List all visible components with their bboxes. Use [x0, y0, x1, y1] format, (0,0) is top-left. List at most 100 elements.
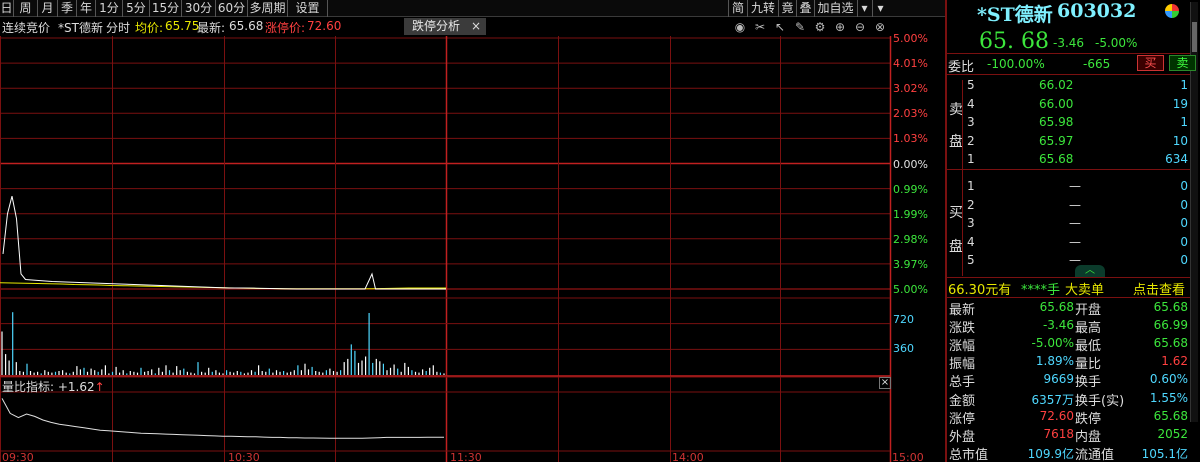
big-order-label: 大卖单 [1065, 283, 1105, 298]
level-volume: 634 [1165, 152, 1188, 167]
level: 3 [967, 115, 975, 130]
draw-icon[interactable]: ✎ [792, 20, 808, 34]
period-tab-11[interactable]: 设置 [288, 0, 328, 17]
stat-row: 涨停 72.60 跌停 65.68 [947, 407, 1200, 427]
period-tab-4[interactable]: 年 [77, 0, 96, 17]
buy-side-label-1: 买 [949, 205, 963, 221]
pct-axis-label: 5.00% [893, 283, 928, 296]
close-icon[interactable]: × [471, 18, 481, 35]
level: 4 [967, 234, 975, 249]
toolbar-right-0[interactable]: 简 [728, 0, 747, 17]
color-wheel-icon[interactable] [1165, 4, 1179, 18]
period-tab-7[interactable]: 15分 [150, 0, 182, 17]
scissors-icon[interactable]: ✂ [752, 20, 768, 34]
buy-side-label-2: 盘 [949, 239, 963, 255]
order-book-row: 3 65.98 1 [947, 113, 1200, 131]
quote-panel: *ST德新 603032 65. 68 -3.46 -5.00% 委比 -100… [945, 0, 1200, 462]
stock-name: *ST德新 [977, 4, 1053, 26]
pct-axis-label: 2.03% [893, 107, 928, 121]
level: 1 [967, 179, 975, 193]
stat-row: 外盘 7618 内盘 2052 [947, 425, 1200, 445]
stat-value: 65.68 [1153, 408, 1188, 423]
stat-value: 1.62 [1161, 354, 1188, 369]
big-order-link[interactable]: 点击查看 [1133, 279, 1185, 298]
limit-down-analysis-tab[interactable]: 跌停分析 × [404, 18, 486, 35]
buy-button[interactable]: 买 [1137, 55, 1164, 71]
price-change-pct: -5.00% [1095, 36, 1138, 50]
big-order-price: 66.30元有 [948, 283, 1012, 298]
period-tab-9[interactable]: 60分 [216, 0, 248, 17]
avg-price-value: 65.75 [165, 19, 200, 33]
divider [947, 277, 1190, 278]
zoom-out-icon[interactable]: ⊖ [852, 20, 868, 34]
stock-code: 603032 [1057, 0, 1137, 22]
expand-icon[interactable]: ▾ [872, 0, 888, 17]
period-tab-10[interactable]: 多周期 [248, 0, 288, 17]
level-volume: 0 [1180, 197, 1188, 212]
period-tab-3[interactable]: 季 [58, 0, 77, 17]
collapse-up-icon[interactable]: ︿ [1075, 265, 1105, 277]
volume-ratio-line [1, 398, 444, 439]
stat-value: 0.60% [1149, 372, 1188, 387]
period-tab-1[interactable]: 周 [14, 0, 38, 17]
level-price: 66.02 [1039, 78, 1074, 92]
stat-value: 65.68 [1153, 300, 1188, 314]
level-volume: 19 [1172, 96, 1188, 111]
latest-price-label: 最新: [197, 21, 226, 35]
level-price: 65.68 [1039, 152, 1074, 167]
level-price: — [1069, 197, 1081, 212]
trading-mode: 连续竞价 [2, 21, 51, 35]
stat-value: 7618 [1043, 426, 1074, 441]
level-price: — [1069, 216, 1081, 231]
divider [947, 53, 1190, 54]
close-icon[interactable]: ⊗ [872, 20, 888, 34]
order-book-row: 4 — 0 [947, 233, 1200, 251]
dropdown-icon[interactable]: ▾ [857, 0, 871, 17]
indicator-text: 量比指标: +1.62 [2, 380, 95, 394]
level-volume: 0 [1180, 216, 1188, 231]
zoom-in-icon[interactable]: ⊕ [832, 20, 848, 34]
toolbar-right-3[interactable]: 叠 [796, 0, 814, 17]
time-axis-label: 14:00 [672, 451, 704, 462]
stat-value: 9669 [1043, 372, 1074, 387]
toolbar-right-1[interactable]: 九转 [747, 0, 778, 17]
stat-row: 最新 65.68 开盘 65.68 [947, 298, 1200, 318]
pct-axis-label: 1.03% [893, 132, 928, 146]
cursor-icon[interactable]: ↖ [772, 20, 788, 34]
stat-value: 66.99 [1153, 318, 1188, 333]
stat-value: 6357万 [1031, 392, 1074, 407]
period-tab-2[interactable]: 月 [38, 0, 58, 17]
stat-value: 105.1亿 [1141, 446, 1188, 461]
period-tab-0[interactable]: 日 [0, 0, 14, 17]
latest-price-value: 65.68 [229, 19, 264, 33]
divider [947, 169, 1190, 170]
bid-ask-diff: -665 [1083, 57, 1111, 71]
eye-icon[interactable]: ◉ [732, 20, 748, 34]
stat-value: 72.60 [1039, 408, 1074, 423]
toolbar-right-2[interactable]: 竟 [778, 0, 796, 17]
pct-axis-label: 2.98% [893, 232, 928, 246]
level: 1 [967, 152, 975, 167]
time-axis-label: 10:30 [228, 451, 260, 462]
level: 4 [967, 96, 975, 111]
pct-axis-label: 5.00% [893, 32, 928, 45]
indicator-close-button[interactable]: × [879, 377, 891, 389]
level-price: 66.00 [1039, 96, 1074, 111]
period-tab-5[interactable]: 1分 [96, 0, 123, 17]
settings-icon[interactable]: ⚙ [812, 20, 828, 34]
sell-button[interactable]: 卖 [1169, 55, 1196, 71]
stat-value: 65.68 [1039, 300, 1074, 314]
pct-axis-label: 0.99% [893, 182, 928, 196]
stat-value: 65.68 [1153, 336, 1188, 351]
period-tab-8[interactable]: 30分 [182, 0, 216, 17]
level-price: 65.97 [1039, 133, 1074, 148]
stat-value: 1.89% [1035, 354, 1074, 369]
level: 2 [967, 197, 975, 212]
stat-value: -3.46 [1042, 318, 1074, 333]
stat-value: 1.55% [1149, 390, 1188, 405]
period-toolbar: 日周月季年 1分 5分 15分 30分 60分 多周期 设置简九转竟叠加自选 ▾ ▾ [0, 0, 945, 17]
toolbar-right-4[interactable]: 加自选 [814, 0, 856, 17]
period-tab-6[interactable]: 5分 [123, 0, 150, 17]
stock-short-name: *ST德新 [58, 21, 103, 35]
price-change: -3.46 [1053, 36, 1085, 50]
